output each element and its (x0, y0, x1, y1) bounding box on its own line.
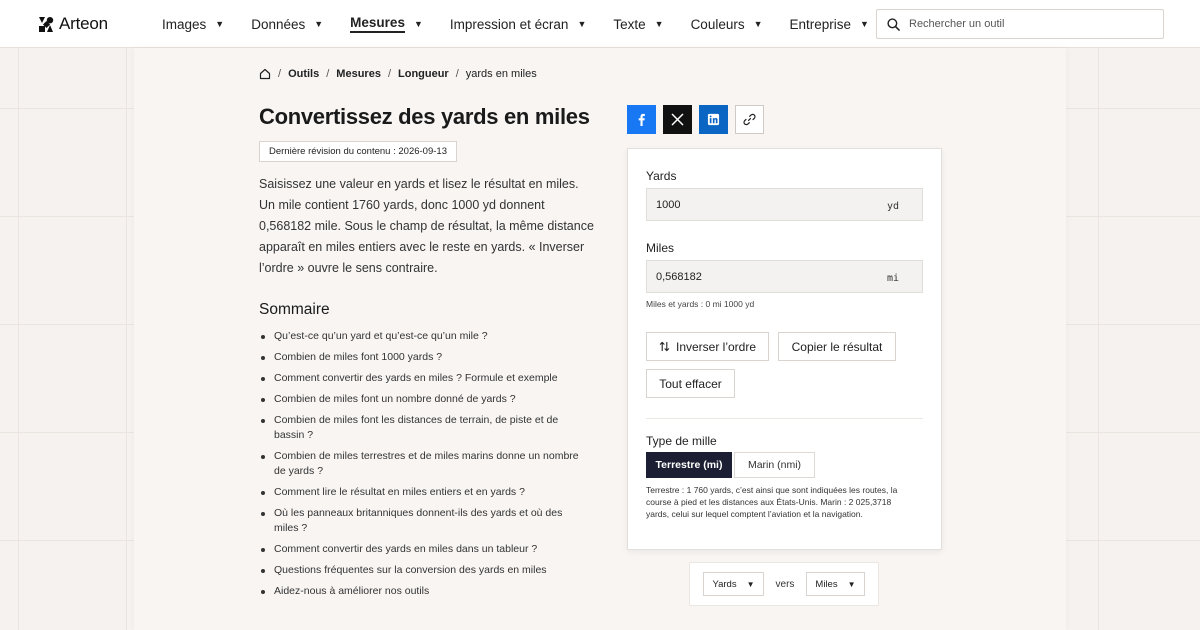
breadcrumb-separator: / (387, 68, 391, 80)
toc-item[interactable]: Aidez-nous à améliorer nos outils (259, 584, 589, 599)
page-title: Convertissez des yards en miles (259, 104, 590, 129)
swap-order-button[interactable]: Inverser l’ordre (646, 332, 769, 361)
swap-arrows-icon (659, 341, 670, 352)
clear-all-button[interactable]: Tout effacer (646, 369, 735, 398)
caret-down-icon: ▼ (215, 19, 225, 29)
caret-down-icon: ▼ (847, 579, 856, 589)
nav-item-label: Images (162, 16, 207, 32)
search-icon (887, 17, 900, 31)
linkedin-icon (707, 113, 720, 126)
search-input[interactable] (909, 18, 1149, 30)
link-icon (743, 113, 756, 126)
miles-yards-breakdown: Miles et yards : 0 mi 1000 yd (646, 299, 755, 309)
facebook-icon (638, 113, 645, 126)
miles-unit: mi (886, 273, 899, 284)
x-icon (671, 113, 684, 126)
yards-field: yd (646, 188, 923, 221)
content-panel: / Outils / Mesures / Longueur / yards en… (134, 48, 1066, 630)
revision-badge: Dernière révision du contenu : 2026-09-1… (259, 141, 457, 162)
toc-item[interactable]: Comment lire le résultat en miles entier… (259, 485, 589, 500)
yards-label: Yards (646, 169, 677, 183)
toc-item[interactable]: Comment convertir des yards en miles ? F… (259, 371, 589, 386)
mile-type-label: Type de mille (646, 434, 717, 448)
breadcrumb-current: yards en miles (465, 68, 537, 80)
caret-down-icon: ▼ (753, 19, 763, 29)
mile-type-option-terrestre[interactable]: Terrestre (mi) (646, 452, 732, 478)
nav-item-donnees[interactable]: Données ▼ (251, 0, 323, 48)
caret-down-icon: ▼ (654, 19, 664, 29)
nav-item-entreprise[interactable]: Entreprise ▼ (790, 0, 869, 48)
arteon-logo-icon (39, 16, 54, 32)
copy-result-button[interactable]: Copier le résultat (778, 332, 896, 361)
nav-item-couleurs[interactable]: Couleurs ▼ (691, 0, 763, 48)
breadcrumb-outils[interactable]: Outils (288, 68, 319, 80)
nav-item-impression[interactable]: Impression et écran ▼ (450, 0, 586, 48)
main-nav: Images ▼ Données ▼ Mesures ▼ Impression … (162, 0, 896, 48)
toc-title: Sommaire (259, 301, 330, 318)
top-navigation-bar: Arteon Images ▼ Données ▼ Mesures ▼ Impr… (0, 0, 1200, 48)
yards-input[interactable] (647, 198, 867, 211)
nav-item-texte[interactable]: Texte ▼ (613, 0, 663, 48)
table-of-contents: Qu’est-ce qu’un yard et qu’est-ce qu’un … (259, 329, 589, 605)
to-unit-select[interactable]: Miles ▼ (806, 572, 865, 596)
breadcrumb-mesures[interactable]: Mesures (336, 68, 381, 80)
share-linkedin-button[interactable] (699, 105, 728, 134)
caret-down-icon: ▼ (314, 19, 324, 29)
caret-down-icon: ▼ (577, 19, 587, 29)
from-unit-select[interactable]: Yards ▼ (703, 572, 764, 596)
share-x-button[interactable] (663, 105, 692, 134)
brand-logo[interactable]: Arteon (39, 14, 108, 34)
copy-link-button[interactable] (735, 105, 764, 134)
card-divider (646, 418, 923, 419)
toc-item[interactable]: Combien de miles font les distances de t… (259, 413, 589, 443)
converter-card: Yards yd Miles mi Miles et yards : 0 mi … (627, 148, 942, 550)
breadcrumb: / Outils / Mesures / Longueur / yards en… (259, 68, 537, 80)
breadcrumb-longueur[interactable]: Longueur (398, 68, 449, 80)
direction-selector: Yards ▼ vers Miles ▼ (689, 562, 879, 606)
nav-item-label: Données (251, 16, 306, 32)
nav-item-mesures[interactable]: Mesures ▼ (350, 0, 423, 48)
toc-item[interactable]: Où les panneaux britanniques donnent-ils… (259, 506, 589, 536)
breadcrumb-separator: / (326, 68, 330, 80)
caret-down-icon: ▼ (746, 579, 755, 589)
miles-input[interactable] (647, 270, 867, 283)
caret-down-icon: ▼ (860, 19, 869, 29)
direction-connector: vers (775, 578, 795, 590)
to-unit-value: Miles (815, 578, 838, 590)
share-buttons (627, 105, 764, 134)
mile-type-description: Terrestre : 1 760 yards, c’est ainsi que… (646, 485, 898, 519)
copy-result-label: Copier le résultat (791, 339, 883, 354)
swap-order-label: Inverser l’ordre (675, 339, 757, 354)
nav-item-label: Entreprise (789, 16, 852, 32)
nav-item-label: Texte (613, 16, 646, 32)
home-icon[interactable] (259, 68, 271, 80)
intro-paragraph: Saisissez une valeur en yards et lisez l… (259, 177, 594, 275)
toc-item[interactable]: Combien de miles terrestres et de miles … (259, 449, 589, 479)
share-facebook-button[interactable] (627, 105, 656, 134)
nav-item-label: Mesures (350, 15, 405, 33)
from-unit-value: Yards (712, 578, 737, 590)
brand-name: Arteon (59, 14, 108, 33)
nav-item-images[interactable]: Images ▼ (162, 0, 224, 48)
caret-down-icon: ▼ (413, 19, 423, 29)
toc-item[interactable]: Comment convertir des yards en miles dan… (259, 542, 589, 557)
nav-item-label: Couleurs (690, 16, 745, 32)
toc-item[interactable]: Questions fréquentes sur la conversion d… (259, 563, 589, 578)
toc-item[interactable]: Qu’est-ce qu’un yard et qu’est-ce qu’un … (259, 329, 589, 344)
yards-unit: yd (886, 201, 899, 212)
miles-field: mi (646, 260, 923, 293)
search-box[interactable] (876, 9, 1164, 39)
nav-item-label: Impression et écran (449, 16, 569, 32)
breadcrumb-separator: / (455, 68, 459, 80)
clear-all-label: Tout effacer (659, 376, 722, 391)
breadcrumb-separator: / (278, 68, 282, 80)
toc-item[interactable]: Combien de miles font 1000 yards ? (259, 350, 589, 365)
mile-type-option-marin[interactable]: Marin (nmi) (734, 452, 815, 478)
miles-label: Miles (646, 241, 675, 255)
toc-item[interactable]: Combien de miles font un nombre donné de… (259, 392, 589, 407)
